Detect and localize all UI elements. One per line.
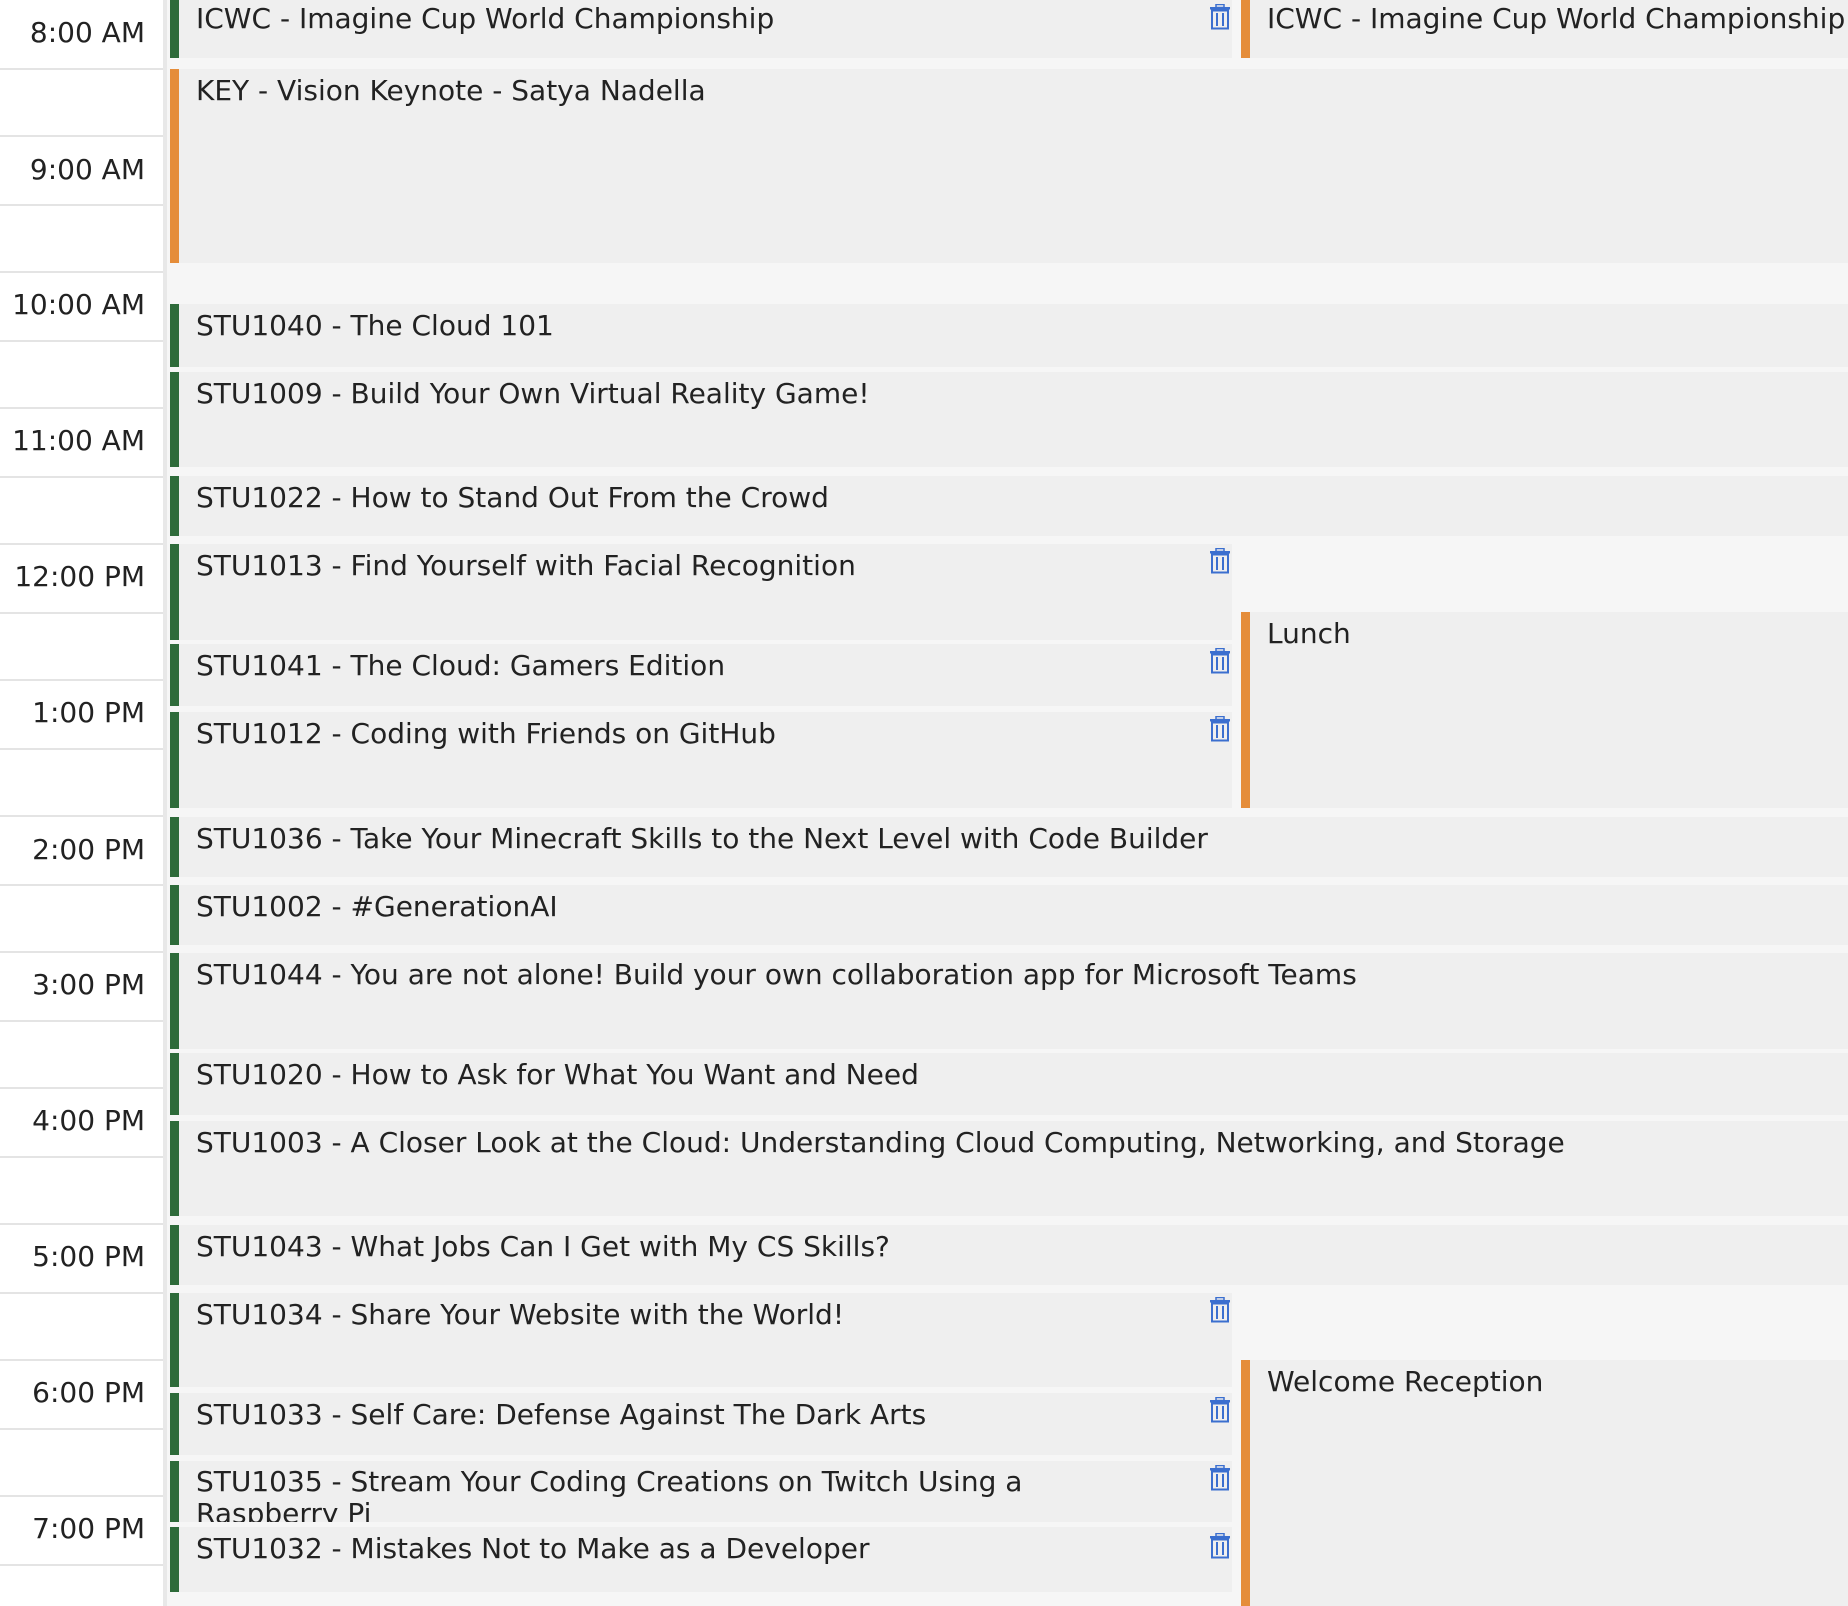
time-separator xyxy=(0,1564,163,1566)
time-separator xyxy=(0,1428,163,1430)
event-stu1041[interactable]: STU1041 - The Cloud: Gamers Edition xyxy=(170,644,1232,706)
event-icwc-right[interactable]: ICWC - Imagine Cup World Championship xyxy=(1241,0,1848,58)
event-title: STU1002 - #GenerationAI xyxy=(196,890,558,923)
event-icwc[interactable]: ICWC - Imagine Cup World Championship xyxy=(170,0,1232,58)
event-title: STU1036 - Take Your Minecraft Skills to … xyxy=(196,822,1208,855)
time-separator xyxy=(0,1292,163,1294)
trash-icon[interactable] xyxy=(1209,1397,1233,1425)
event-lunch[interactable]: Lunch xyxy=(1241,612,1848,808)
event-title: ICWC - Imagine Cup World Championship xyxy=(196,2,775,35)
time-separator xyxy=(0,1359,163,1361)
event-title: KEY - Vision Keynote - Satya Nadella xyxy=(196,74,706,107)
trash-icon[interactable] xyxy=(1209,548,1233,576)
time-separator xyxy=(0,204,163,206)
time-separator xyxy=(0,1020,163,1022)
event-title: Lunch xyxy=(1267,617,1351,650)
time-column-divider xyxy=(163,0,167,1606)
event-stu1034[interactable]: STU1034 - Share Your Website with the Wo… xyxy=(170,1293,1232,1387)
time-label-8am: 8:00 AM xyxy=(29,16,145,49)
time-separator xyxy=(0,271,163,273)
time-separator xyxy=(0,340,163,342)
event-title: STU1033 - Self Care: Defense Against The… xyxy=(196,1398,927,1431)
time-separator xyxy=(0,407,163,409)
event-title: STU1043 - What Jobs Can I Get with My CS… xyxy=(196,1230,890,1263)
event-stu1009[interactable]: STU1009 - Build Your Own Virtual Reality… xyxy=(170,372,1848,467)
event-stu1013[interactable]: STU1013 - Find Yourself with Facial Reco… xyxy=(170,544,1232,640)
event-title: STU1044 - You are not alone! Build your … xyxy=(196,958,1357,991)
event-title: STU1013 - Find Yourself with Facial Reco… xyxy=(196,549,856,582)
trash-icon[interactable] xyxy=(1209,1297,1233,1325)
event-title: STU1003 - A Closer Look at the Cloud: Un… xyxy=(196,1126,1565,1159)
time-label-11am: 11:00 AM xyxy=(12,424,145,457)
event-stu1040[interactable]: STU1040 - The Cloud 101 xyxy=(170,304,1848,367)
event-stu1002[interactable]: STU1002 - #GenerationAI xyxy=(170,885,1848,945)
time-separator xyxy=(0,1087,163,1089)
event-title: STU1034 - Share Your Website with the Wo… xyxy=(196,1298,845,1331)
time-label-6pm: 6:00 PM xyxy=(32,1376,145,1409)
time-label-4pm: 4:00 PM xyxy=(32,1104,145,1137)
trash-icon[interactable] xyxy=(1209,1533,1233,1561)
time-label-1pm: 1:00 PM xyxy=(32,696,145,729)
event-stu1012[interactable]: STU1012 - Coding with Friends on GitHub xyxy=(170,712,1232,808)
event-stu1032[interactable]: STU1032 - Mistakes Not to Make as a Deve… xyxy=(170,1527,1232,1592)
event-title: STU1041 - The Cloud: Gamers Edition xyxy=(196,649,726,682)
time-separator xyxy=(0,1495,163,1497)
event-stu1033[interactable]: STU1033 - Self Care: Defense Against The… xyxy=(170,1393,1232,1455)
time-separator xyxy=(0,1223,163,1225)
time-label-10am: 10:00 AM xyxy=(12,288,145,321)
time-separator xyxy=(0,476,163,478)
event-title: Welcome Reception xyxy=(1267,1365,1544,1398)
time-separator xyxy=(0,612,163,614)
time-separator xyxy=(0,135,163,137)
trash-icon[interactable] xyxy=(1209,4,1233,32)
event-stu1044[interactable]: STU1044 - You are not alone! Build your … xyxy=(170,953,1848,1049)
trash-icon[interactable] xyxy=(1209,716,1233,744)
event-title: STU1022 - How to Stand Out From the Crow… xyxy=(196,481,829,514)
time-separator xyxy=(0,679,163,681)
time-label-3pm: 3:00 PM xyxy=(32,968,145,1001)
event-title: STU1040 - The Cloud 101 xyxy=(196,309,554,342)
event-title: STU1020 - How to Ask for What You Want a… xyxy=(196,1058,919,1091)
trash-icon[interactable] xyxy=(1209,1465,1233,1493)
time-label-9am: 9:00 AM xyxy=(29,153,145,186)
time-label-12pm: 12:00 PM xyxy=(14,560,145,593)
time-label-5pm: 5:00 PM xyxy=(32,1240,145,1273)
time-separator xyxy=(0,951,163,953)
event-stu1022[interactable]: STU1022 - How to Stand Out From the Crow… xyxy=(170,476,1848,536)
event-title: STU1009 - Build Your Own Virtual Reality… xyxy=(196,377,870,410)
time-label-2pm: 2:00 PM xyxy=(32,833,145,866)
event-stu1020[interactable]: STU1020 - How to Ask for What You Want a… xyxy=(170,1053,1848,1115)
time-separator xyxy=(0,543,163,545)
event-stu1043[interactable]: STU1043 - What Jobs Can I Get with My CS… xyxy=(170,1225,1848,1285)
trash-icon[interactable] xyxy=(1209,648,1233,676)
event-title: STU1035 - Stream Your Coding Creations o… xyxy=(196,1465,1023,1523)
event-vision-keynote[interactable]: KEY - Vision Keynote - Satya Nadella xyxy=(170,69,1848,263)
time-separator xyxy=(0,1156,163,1158)
time-separator xyxy=(0,68,163,70)
event-title: ICWC - Imagine Cup World Championship xyxy=(1267,2,1846,35)
event-stu1036[interactable]: STU1036 - Take Your Minecraft Skills to … xyxy=(170,817,1848,877)
event-title: STU1032 - Mistakes Not to Make as a Deve… xyxy=(196,1532,870,1565)
time-separator xyxy=(0,748,163,750)
event-stu1035[interactable]: STU1035 - Stream Your Coding Creations o… xyxy=(170,1461,1232,1522)
event-welcome-reception[interactable]: Welcome Reception xyxy=(1241,1360,1848,1606)
time-separator xyxy=(0,884,163,886)
calendar-day-view: 8:00 AM 9:00 AM 10:00 AM 11:00 AM 12:00 … xyxy=(0,0,1848,1606)
event-title: STU1012 - Coding with Friends on GitHub xyxy=(196,717,776,750)
time-separator xyxy=(0,815,163,817)
time-label-7pm: 7:00 PM xyxy=(32,1512,145,1545)
event-stu1003[interactable]: STU1003 - A Closer Look at the Cloud: Un… xyxy=(170,1121,1848,1216)
